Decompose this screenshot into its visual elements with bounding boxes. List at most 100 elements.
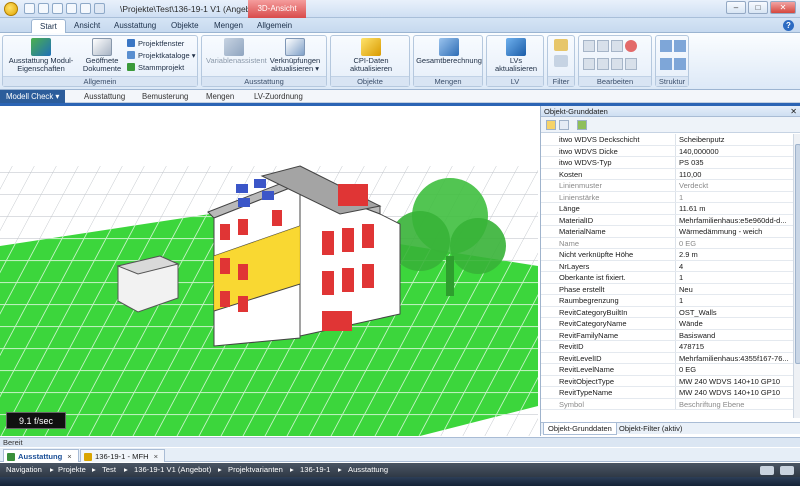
property-row[interactable]: itwo WDVS-Typ PS 035 bbox=[541, 157, 793, 169]
property-value[interactable]: Wände bbox=[675, 318, 793, 329]
scrollbar-thumb[interactable] bbox=[795, 144, 800, 364]
breadcrumb-modell-check[interactable]: Modell Check ▾ bbox=[0, 90, 66, 103]
property-value[interactable]: 4 bbox=[675, 260, 793, 272]
property-row[interactable]: RevitTypeName MW 240 WDVS 140+10 GP10 bbox=[541, 387, 793, 399]
tab-objekt-grunddaten[interactable]: Objekt-Grunddaten bbox=[543, 423, 617, 435]
property-value[interactable]: Verdeckt bbox=[675, 180, 793, 191]
tab-objekt-filter[interactable]: Objekt-Filter (aktiv) bbox=[615, 423, 686, 435]
property-row[interactable]: Nicht verknüpfte Höhe 2.9 m bbox=[541, 249, 793, 261]
tab-mengen[interactable]: Mengen bbox=[206, 19, 251, 33]
unlink-icon[interactable] bbox=[597, 58, 609, 70]
property-value[interactable]: Basiswand bbox=[675, 329, 793, 341]
property-value[interactable]: 1 bbox=[675, 191, 793, 203]
stammprojekt-button[interactable]: Stammprojekt bbox=[127, 63, 184, 73]
ausstattung-module-button[interactable]: Ausstattung Modul-Eigenschaften bbox=[5, 38, 77, 73]
property-value[interactable]: OST_Walls bbox=[675, 306, 793, 318]
undo-icon[interactable] bbox=[52, 3, 63, 14]
property-row[interactable]: RevitLevelID Mehrfamilienhaus:4355f167-76… bbox=[541, 352, 793, 364]
move-icon[interactable] bbox=[625, 58, 637, 70]
redo-icon[interactable] bbox=[66, 3, 77, 14]
cut-icon[interactable] bbox=[597, 40, 609, 52]
property-value[interactable]: PS 035 bbox=[675, 157, 793, 168]
property-value[interactable]: Scheibenputz bbox=[675, 134, 793, 145]
property-value[interactable]: Wärmedämmung - weich bbox=[675, 226, 793, 237]
app-logo-icon[interactable] bbox=[4, 2, 18, 16]
properties-icon[interactable] bbox=[611, 58, 623, 70]
property-value[interactable]: Mehrfamilienhaus:4355f167-76... bbox=[675, 352, 793, 364]
move-up-icon[interactable] bbox=[660, 40, 672, 52]
breadcrumb-lv-zuordnung[interactable]: LV-Zuordnung bbox=[242, 90, 303, 103]
property-row[interactable]: RevitObjectType MW 240 WDVS 140+10 GP10 bbox=[541, 375, 793, 387]
breadcrumb-ausstattung[interactable]: Ausstattung bbox=[72, 90, 125, 103]
save-icon[interactable] bbox=[24, 3, 35, 14]
property-row[interactable]: RevitCategoryName Wände bbox=[541, 318, 793, 330]
property-value[interactable]: 2.9 m bbox=[675, 249, 793, 260]
customize-toolbar-icon[interactable] bbox=[94, 3, 105, 14]
property-row[interactable]: Linienstärke 1 bbox=[541, 191, 793, 203]
verknuepfungen-button[interactable]: Verknüpfungen aktualisieren ▾ bbox=[264, 38, 326, 73]
property-row[interactable]: Oberkante ist fixiert. 1 bbox=[541, 272, 793, 284]
variablenassistent-button[interactable]: Variablenassistent bbox=[206, 38, 267, 65]
property-value[interactable]: 0 EG bbox=[675, 364, 793, 375]
nav-back-icon[interactable] bbox=[760, 466, 774, 475]
property-row[interactable]: NrLayers 4 bbox=[541, 260, 793, 272]
property-row[interactable]: itwo WDVS Deckschicht Scheibenputz bbox=[541, 134, 793, 146]
nav-ausstattung[interactable]: Ausstattung bbox=[348, 463, 388, 477]
link-icon[interactable] bbox=[583, 58, 595, 70]
tab-allgemein[interactable]: Allgemein bbox=[249, 19, 300, 33]
cpi-daten-button[interactable]: CPI-Daten aktualisieren bbox=[333, 38, 409, 73]
close-button[interactable]: ✕ bbox=[770, 1, 796, 14]
copy-icon[interactable] bbox=[583, 40, 595, 52]
property-value[interactable]: 140,000000 bbox=[675, 145, 793, 157]
property-row[interactable]: MaterialName Wärmedämmung - weich bbox=[541, 226, 793, 238]
globe-icon[interactable] bbox=[80, 3, 91, 14]
expand-icon[interactable] bbox=[674, 58, 686, 70]
filter-arrow-icon[interactable] bbox=[554, 55, 568, 67]
property-row[interactable]: Symbol Beschriftung Ebene bbox=[541, 398, 793, 410]
nav-project-version[interactable]: 136-19-1 V1 (Angebot) bbox=[134, 463, 211, 477]
geoeffnete-dokumente-button[interactable]: Geöffnete Dokumente bbox=[81, 38, 123, 73]
doc-tab-close-icon[interactable]: × bbox=[67, 452, 71, 461]
property-value[interactable]: MW 240 WDVS 140+10 GP10 bbox=[675, 375, 793, 387]
categorized-icon[interactable] bbox=[546, 120, 556, 130]
property-row[interactable]: Phase erstellt Neu bbox=[541, 283, 793, 295]
help-icon[interactable]: ? bbox=[783, 20, 794, 31]
property-row[interactable]: Länge 11.61 m bbox=[541, 203, 793, 215]
property-value[interactable]: Beschriftung Ebene bbox=[675, 398, 793, 410]
doc-tab-ausstattung[interactable]: Ausstattung × bbox=[3, 449, 79, 462]
property-row[interactable]: Kosten 110,00 bbox=[541, 168, 793, 180]
move-down-icon[interactable] bbox=[674, 40, 686, 52]
property-row[interactable]: Name 0 EG bbox=[541, 237, 793, 249]
tab-objekte[interactable]: Objekte bbox=[163, 19, 207, 33]
projektkataloge-button[interactable]: Projektkataloge ▾ bbox=[127, 51, 196, 61]
property-value[interactable]: 1 bbox=[675, 295, 793, 306]
property-value[interactable]: 1 bbox=[675, 272, 793, 283]
property-row[interactable]: RevitLevelName 0 EG bbox=[541, 364, 793, 376]
nav-forward-icon[interactable] bbox=[780, 466, 794, 475]
minimize-button[interactable]: – bbox=[726, 1, 746, 14]
property-row[interactable]: itwo WDVS Dicke 140,000000 bbox=[541, 145, 793, 157]
property-value[interactable]: 0 EG bbox=[675, 237, 793, 249]
property-value[interactable]: Neu bbox=[675, 283, 793, 295]
doc-tab-close-icon[interactable]: × bbox=[154, 452, 158, 461]
panel-scrollbar[interactable] bbox=[793, 134, 800, 418]
tab-ausstattung[interactable]: Ausstattung bbox=[106, 19, 164, 33]
property-row[interactable]: RevitID 478715 bbox=[541, 341, 793, 353]
sort-az-icon[interactable] bbox=[559, 120, 569, 130]
maximize-button[interactable]: □ bbox=[748, 1, 768, 14]
doc-tab-mfh[interactable]: 136-19-1 - MFH × bbox=[80, 449, 166, 462]
paste-icon[interactable] bbox=[611, 40, 623, 52]
tab-ansicht[interactable]: Ansicht bbox=[66, 19, 108, 33]
filter-edit-icon[interactable] bbox=[554, 39, 568, 51]
projektfenster-button[interactable]: Projektfenster bbox=[127, 39, 184, 49]
nav-navigation[interactable]: Navigation bbox=[6, 463, 42, 477]
collapse-icon[interactable] bbox=[660, 58, 672, 70]
delete-icon[interactable] bbox=[625, 40, 637, 52]
property-value[interactable]: Mehrfamilienhaus:e5e960dd-d... bbox=[675, 214, 793, 226]
3d-viewport[interactable]: 9.1 f/sec bbox=[0, 106, 538, 436]
property-row[interactable]: Raumbegrenzung 1 bbox=[541, 295, 793, 307]
nav-projekte[interactable]: Projekte bbox=[58, 463, 86, 477]
breadcrumb-mengen[interactable]: Mengen bbox=[194, 90, 234, 103]
property-value[interactable]: 110,00 bbox=[675, 168, 793, 180]
lvs-aktualisieren-button[interactable]: LVs aktualisieren bbox=[489, 38, 543, 73]
